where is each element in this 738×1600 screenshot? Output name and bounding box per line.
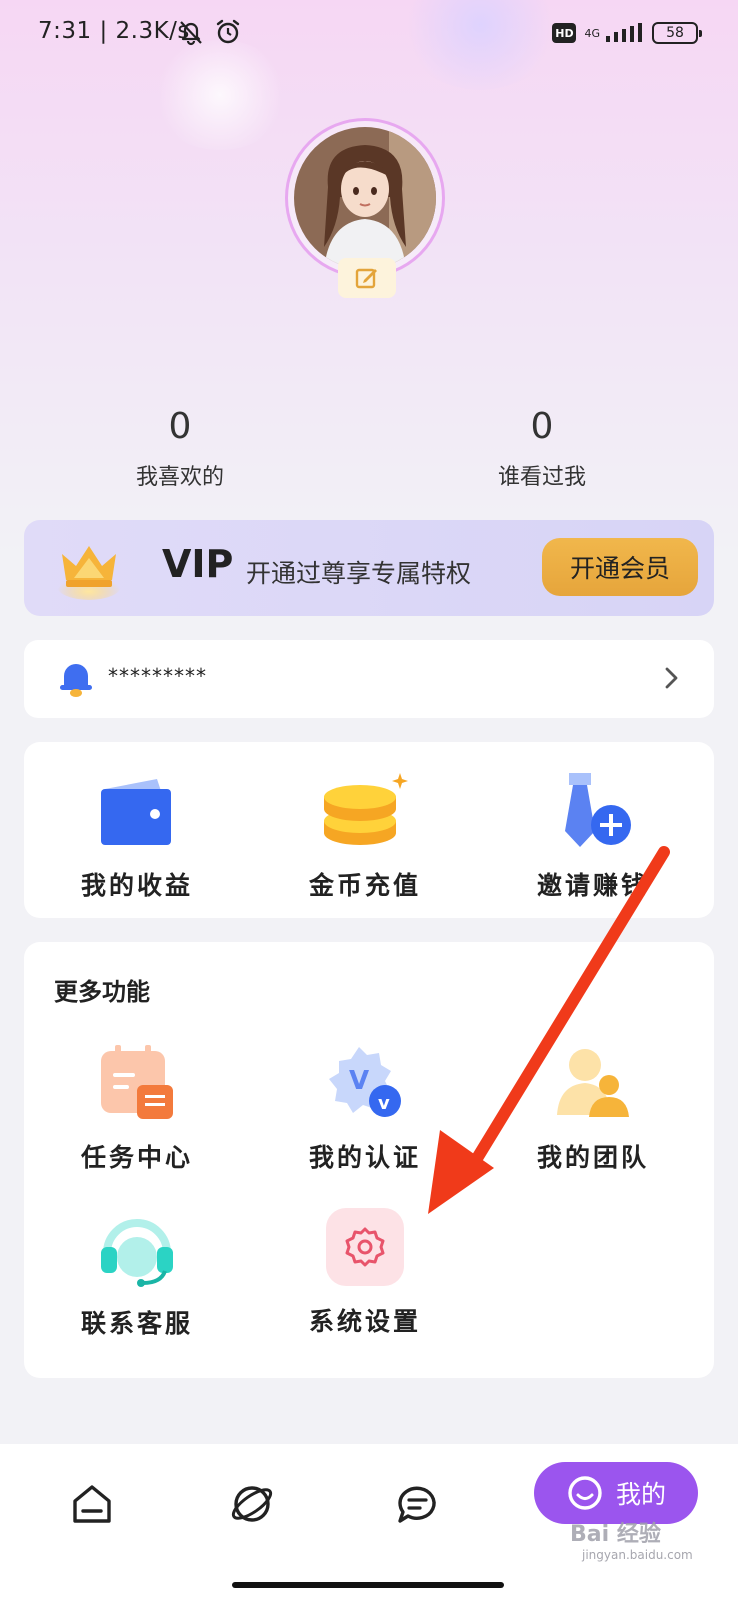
- item-label: 系统设置: [308, 1307, 421, 1336]
- headset-icon: [101, 1219, 173, 1287]
- svg-text:v: v: [378, 1093, 390, 1114]
- bell-icon: [60, 664, 92, 697]
- nav-discover[interactable]: [222, 1474, 282, 1534]
- wallet-icon: [101, 779, 171, 845]
- my-earnings-item[interactable]: 我的收益: [52, 766, 222, 902]
- nav-profile-label: 我的: [616, 1480, 667, 1509]
- item-label: 邀请赚钱: [536, 871, 649, 900]
- status-time: 7:31 | 2.3K/s: [38, 18, 190, 44]
- status-bar: 7:31 | 2.3K/s HD 4G 58: [0, 0, 738, 64]
- chat-icon: [398, 1486, 436, 1523]
- stat-value: 0: [168, 406, 192, 447]
- planet-icon: [231, 1486, 273, 1522]
- edit-icon: [355, 268, 377, 289]
- chevron-right-icon: [665, 667, 678, 689]
- battery-indicator: 58: [652, 22, 702, 44]
- notice-bar[interactable]: *********: [24, 640, 714, 718]
- item-label: 金币充值: [308, 871, 421, 900]
- watermark: Bai 经验: [570, 1522, 661, 1547]
- open-membership-button[interactable]: 开通会员: [542, 538, 698, 596]
- stat-value: 0: [530, 406, 554, 447]
- home-indicator: [232, 1582, 504, 1588]
- alarm-icon: [216, 19, 240, 44]
- item-label: 我的认证: [308, 1143, 421, 1172]
- my-team-item[interactable]: 我的团队: [508, 1038, 678, 1174]
- stat-label: 我喜欢的: [135, 465, 224, 490]
- stat-viewed-me[interactable]: 0 谁看过我: [442, 406, 642, 491]
- mute-icon: [180, 21, 202, 46]
- hd-badge: HD: [552, 23, 577, 43]
- vip-banner[interactable]: VIP 开通过尊享专属特权 开通会员: [24, 520, 714, 616]
- contact-support-item[interactable]: 联系客服: [52, 1204, 222, 1340]
- system-settings-item[interactable]: 系统设置: [280, 1204, 450, 1338]
- verified-badge-icon: V v: [329, 1047, 401, 1117]
- notice-text: *********: [108, 664, 207, 688]
- coins-icon: [324, 773, 408, 845]
- invite-earn-item[interactable]: 邀请赚钱: [508, 766, 678, 902]
- task-calendar-icon: [101, 1045, 173, 1119]
- crown-icon: [57, 546, 121, 600]
- stat-liked[interactable]: 0 我喜欢的: [80, 406, 280, 491]
- signal-icon: [606, 23, 642, 42]
- quick-actions-card: 我的收益 金币充值 邀请赚钱: [24, 742, 714, 918]
- stat-label: 谁看过我: [497, 465, 586, 490]
- svg-text:V: V: [349, 1066, 369, 1096]
- item-label: 我的团队: [536, 1143, 649, 1172]
- vip-title: VIP: [162, 542, 234, 586]
- edit-avatar-button[interactable]: [338, 258, 396, 298]
- nav-profile[interactable]: 我的: [534, 1462, 698, 1524]
- more-features-card: 更多功能 任务中心 V v 我的认证 我的团队 联系客服 系统设置: [24, 942, 714, 1378]
- item-label: 联系客服: [80, 1309, 193, 1338]
- network-type: 4G: [584, 26, 600, 40]
- watermark-url: jingyan.baidu.com: [582, 1548, 693, 1562]
- nav-messages[interactable]: [388, 1474, 448, 1534]
- team-icon: [557, 1049, 629, 1117]
- smile-icon: [568, 1476, 602, 1510]
- settings-gear-icon: [345, 1227, 385, 1267]
- item-label: 任务中心: [80, 1143, 193, 1172]
- section-title: 更多功能: [54, 978, 150, 1006]
- coin-recharge-item[interactable]: 金币充值: [280, 766, 450, 902]
- invite-icon: [565, 773, 631, 847]
- home-icon: [73, 1485, 111, 1523]
- my-verification-item[interactable]: V v 我的认证: [280, 1038, 450, 1174]
- avatar[interactable]: [285, 118, 445, 278]
- nav-home[interactable]: [62, 1474, 122, 1534]
- task-center-item[interactable]: 任务中心: [52, 1038, 222, 1174]
- vip-description: 开通过尊享专属特权: [246, 559, 472, 588]
- item-label: 我的收益: [80, 871, 193, 900]
- avatar-image: [294, 127, 436, 269]
